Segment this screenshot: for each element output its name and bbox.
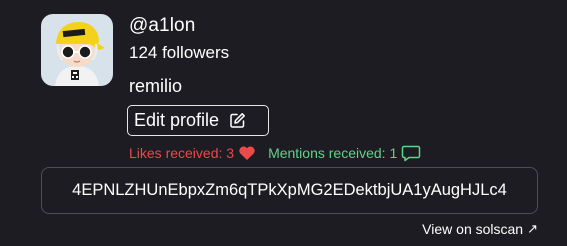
mentions-received[interactable]: Mentions received: 1 [268, 145, 421, 162]
edit-profile-button[interactable]: Edit profile [127, 105, 269, 136]
external-link-icon: ↗ [527, 221, 538, 236]
edit-icon [229, 112, 246, 129]
remilio-avatar-icon [41, 14, 113, 86]
stats-row: Likes received: 3 Mentions received: 1 [129, 143, 421, 163]
likes-received: Likes received: 3 [129, 145, 256, 161]
mentions-received-label: Mentions received: 1 [268, 145, 398, 161]
solscan-link-label: View on solscan [422, 221, 524, 237]
likes-received-label: Likes received: 3 [129, 145, 235, 161]
view-on-solscan-link[interactable]: View on solscan ↗ [422, 220, 538, 238]
wallet-address: 4EPNLZHUnEbpxZm6qTPkXpMG2EDektbjUA1yAugH… [72, 181, 507, 199]
speech-bubble-icon [401, 145, 421, 162]
wallet-address-box[interactable]: 4EPNLZHUnEbpxZm6qTPkXpMG2EDektbjUA1yAugH… [41, 167, 538, 214]
avatar [41, 14, 113, 86]
edit-profile-label: Edit profile [134, 110, 220, 130]
heart-icon [238, 145, 256, 161]
display-name: remilio [129, 76, 183, 96]
followers-count[interactable]: 124 followers [129, 43, 229, 63]
username: @a1lon [129, 15, 196, 36]
